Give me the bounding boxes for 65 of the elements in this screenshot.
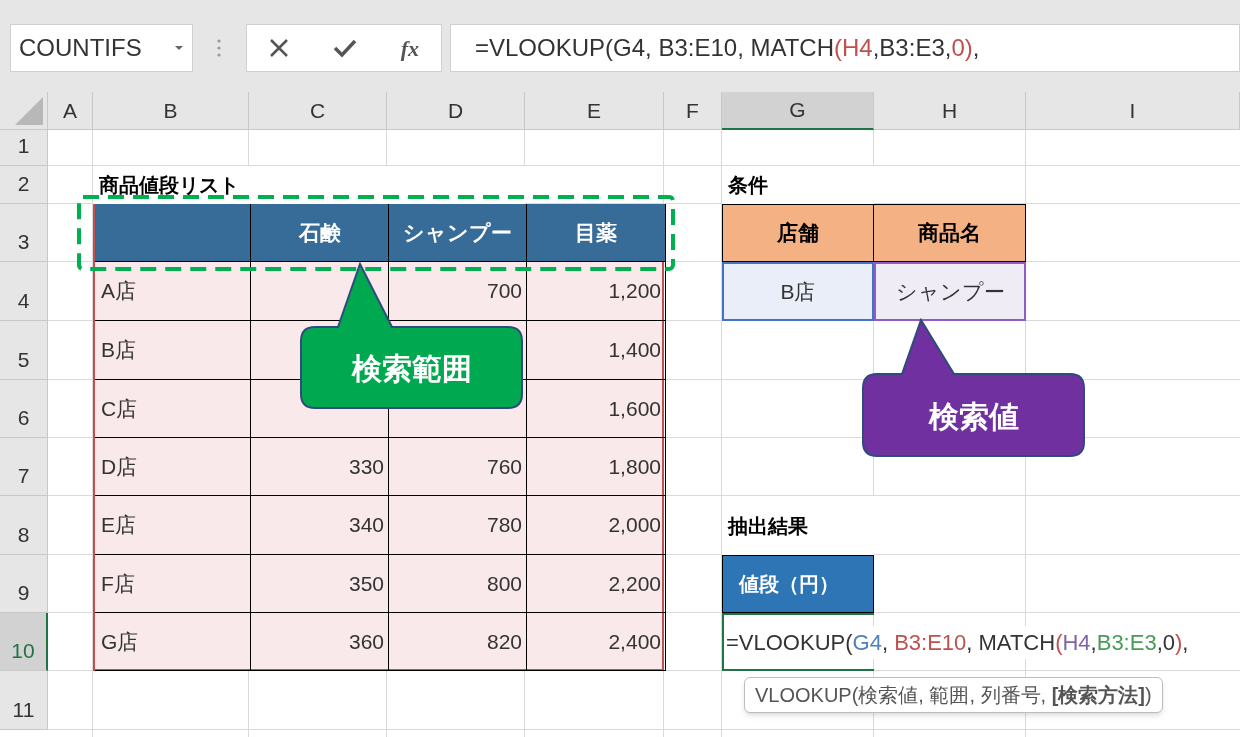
row-header[interactable]: 3 [0,204,48,262]
formula-field[interactable]: =VLOOKUP(G4, B3:E10, MATCH(H4,B3:E3,0), [450,24,1240,72]
function-tooltip: VLOOKUP(検索値, 範囲, 列番号, [検索方法]) [744,677,1163,713]
table-cell-text: 820 [486,628,522,655]
table-cell-text: B店 [101,337,136,364]
row-header[interactable]: 4 [0,262,48,321]
table-cell-text: 330 [348,453,384,480]
row-header[interactable]: 1 [0,130,48,166]
table-cell-text: G店 [101,628,139,655]
table-cell-text: 1,800 [608,453,661,480]
table-header: 石鹸 [298,219,341,246]
callout-label: 検索範囲 [352,351,472,387]
column-header[interactable]: B [93,92,249,130]
table-cell-text: 800 [486,570,522,597]
condition-cell[interactable]: シャンプー [874,262,1026,321]
name-box[interactable]: COUNTIFS [10,24,193,72]
table-header: 商品名 [918,220,981,247]
row-header[interactable]: 9 [0,555,48,613]
table-cell-text: 1,400 [608,337,661,364]
row-header[interactable]: 11 [0,671,48,730]
row-header[interactable]: 10 [0,613,48,671]
table-cell-text: 760 [486,453,522,480]
table-cell-text: 2,000 [608,512,661,539]
column-header[interactable]: C [249,92,387,130]
dropdown-caret-icon[interactable] [174,45,184,51]
table-cell-text: 2,200 [608,570,661,597]
table-title: 商品値段リスト [99,173,239,198]
condition-cell[interactable]: B店 [722,262,874,321]
table-cell-text: 350 [348,570,384,597]
drag-handle-icon[interactable] [217,38,221,58]
table-cell-text: A店 [101,278,136,305]
column-header[interactable]: D [387,92,525,130]
column-header[interactable]: F [664,92,722,130]
table-cell-text: 780 [486,512,522,539]
table-cell-text: 2,400 [608,628,661,655]
column-header[interactable]: G [722,92,874,130]
callout-label: 検索値 [929,398,1019,435]
table-cell-text: 340 [348,512,384,539]
row-header[interactable]: 7 [0,438,48,496]
column-header[interactable]: I [1026,92,1240,130]
close-icon[interactable] [268,38,289,58]
row-header[interactable]: 6 [0,380,48,438]
table-cell-text: 360 [348,628,384,655]
table-cell-text: 700 [486,278,522,305]
insert-function-button[interactable]: fx [400,31,420,65]
table-header: シャンプー [403,219,512,246]
column-header[interactable]: E [525,92,664,130]
row-header[interactable]: 2 [0,166,48,204]
column-header[interactable]: H [874,92,1026,130]
table-cell-text: E店 [101,512,136,539]
column-header[interactable]: A [48,92,93,130]
table-cell-text: 1,600 [608,395,661,422]
table-cell-text: C店 [101,395,138,422]
checkmark-icon[interactable] [332,38,357,58]
table-cell-text: 1,200 [608,278,661,305]
table-header: 目薬 [575,219,617,246]
result-header: 値段（円） [722,555,874,613]
row-header[interactable]: 8 [0,496,48,555]
table-header: 店舗 [777,220,819,247]
row-header[interactable]: 5 [0,321,48,380]
section-title: 条件 [728,173,768,198]
cell-formula[interactable]: =VLOOKUP(G4, B3:E10, MATCH(H4,B3:E3,0), [726,625,1189,659]
table-cell-text: F店 [101,570,135,597]
table-cell-text: D店 [101,453,138,480]
section-title: 抽出結果 [728,513,808,539]
